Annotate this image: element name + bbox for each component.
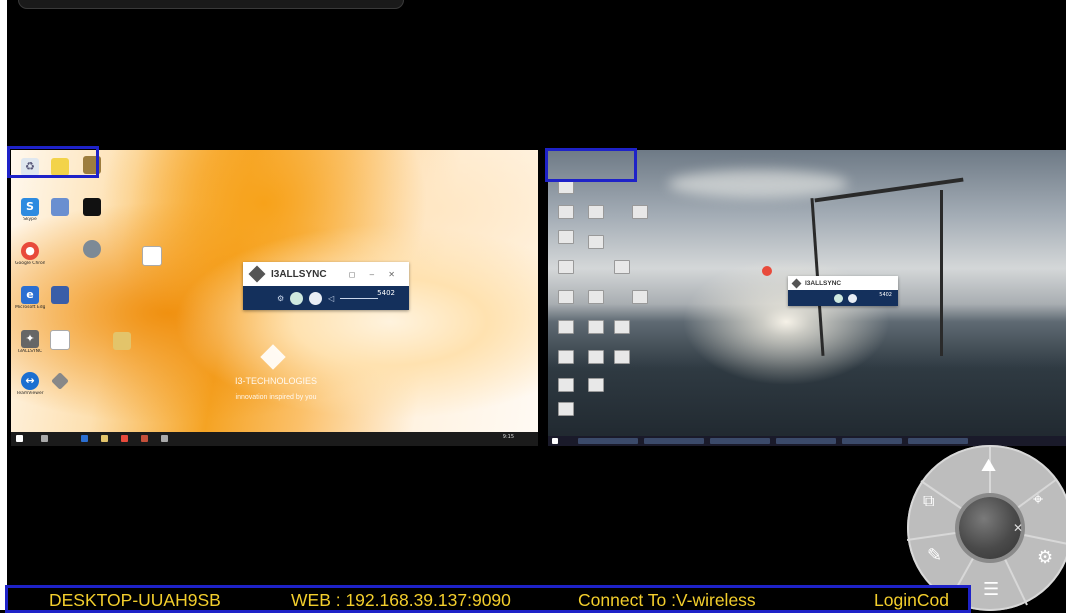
login-code: LoginCod (874, 590, 949, 610)
i3allsync-widget[interactable]: I3ALLSYNC 5402 (788, 276, 898, 306)
radial-menu-hub[interactable] (959, 497, 1021, 559)
widget-title: I3ALLSYNC (805, 279, 842, 287)
taskbar-item[interactable] (842, 438, 902, 444)
desktop-icon-label: TeamViewer (16, 391, 44, 396)
desktop-icon-dark[interactable] (77, 198, 107, 216)
close-icon[interactable]: ✕ (1013, 521, 1023, 535)
desktop-icon[interactable] (558, 320, 574, 334)
settings-icon[interactable]: ⚙ (1037, 547, 1053, 568)
desktop-icon-label: I3ALLSYNC (17, 349, 43, 354)
widget-title: I3ALLSYNC (271, 268, 327, 280)
desktop-icon[interactable] (558, 230, 574, 244)
pen-icon[interactable]: ✎ (927, 545, 942, 566)
desktop-icon[interactable] (588, 290, 604, 304)
desktop-icon[interactable] (632, 205, 648, 219)
app2-taskbar-icon[interactable] (161, 435, 168, 442)
connect-to-network: Connect To :V-wireless (578, 590, 756, 610)
taskbar-item[interactable] (710, 438, 770, 444)
i3allsync-widget[interactable]: I3ALLSYNC ◻ ‒ ✕ ⚙ ◁ 5402 (243, 262, 409, 310)
desktop-icon-label: Google Chrome (15, 261, 45, 266)
status-bar: DESKTOP-UUAH9SB WEB : 192.168.39.137:909… (5, 585, 971, 613)
windows-taskbar: 9:15 (11, 432, 538, 446)
chrome-taskbar-icon[interactable] (121, 435, 128, 442)
connection-code: 5402 (377, 289, 395, 297)
i3allsync-logo-icon (791, 278, 802, 288)
teamviewer-icon[interactable]: ↔ TeamViewer (15, 372, 45, 396)
desktop-icon[interactable] (558, 290, 574, 304)
desktop-icon[interactable] (632, 290, 648, 304)
desktop-icon[interactable] (588, 205, 604, 219)
list-icon[interactable]: ☰ (983, 579, 999, 600)
desktop-icon[interactable] (558, 378, 574, 392)
brand-caption: I3-TECHNOLOGIES (234, 376, 317, 386)
shared-screen-right[interactable]: I3ALLSYNC 5402 (548, 150, 1066, 446)
desktop-icon-doc[interactable] (137, 246, 167, 266)
start-icon[interactable] (16, 435, 23, 442)
taskbar-item[interactable] (776, 438, 836, 444)
taskbar-item[interactable] (644, 438, 704, 444)
desktop-icon[interactable] (558, 205, 574, 219)
i3allsync-icon[interactable]: ✦ I3ALLSYNC (15, 330, 45, 354)
stop-button[interactable] (848, 293, 857, 303)
explorer-icon[interactable] (101, 435, 108, 442)
play-button[interactable] (290, 291, 304, 305)
desktop-icon[interactable] (614, 320, 630, 334)
desktop-icon[interactable] (588, 378, 604, 392)
settings-icon[interactable]: ⚙ (277, 294, 284, 303)
chrome-icon[interactable]: ● Google Chrome (15, 242, 45, 266)
desktop-icon[interactable] (558, 350, 574, 364)
desktop-icon-label: Skype (23, 217, 37, 222)
app-taskbar-icon[interactable] (141, 435, 148, 442)
chrome-icon[interactable] (762, 266, 772, 276)
volume-slider[interactable] (340, 297, 379, 299)
desktop-icon[interactable] (558, 180, 574, 194)
screen-share-icon[interactable]: ⧉ (923, 491, 934, 511)
desktop-icon-label: Microsoft Edge (15, 305, 45, 310)
highlight-box-left (7, 146, 99, 178)
desktop-icon[interactable] (614, 260, 630, 274)
desktop-icon[interactable] (588, 350, 604, 364)
clock: 9:15 (502, 434, 514, 440)
desktop-icon[interactable] (558, 402, 574, 416)
i3allsync-logo-icon (248, 265, 266, 283)
mouse-icon[interactable]: ⌖ (1033, 489, 1043, 510)
stop-button[interactable] (309, 291, 323, 305)
start-icon[interactable] (552, 438, 558, 444)
connection-code: 5402 (879, 292, 892, 298)
desktop-icon[interactable] (588, 320, 604, 334)
play-button[interactable] (834, 293, 843, 303)
desktop-icon[interactable] (614, 350, 630, 364)
i3-logo-icon (260, 344, 286, 370)
taskbar-item[interactable] (908, 438, 968, 444)
left-edge (0, 0, 7, 610)
taskbar-item[interactable] (578, 438, 638, 444)
desktop-icon-gray[interactable] (77, 240, 107, 258)
desktop-icon-folder2[interactable] (107, 332, 137, 350)
highlight-box-right (545, 148, 637, 182)
desktop-icon[interactable] (558, 260, 574, 274)
desktop-icon-diamond[interactable] (45, 372, 75, 390)
search-icon[interactable] (41, 435, 48, 442)
swing-post-right (940, 190, 943, 356)
clouds (668, 170, 848, 198)
desktop-icon-file[interactable] (45, 330, 75, 350)
window-controls[interactable]: ◻ ‒ ✕ (349, 270, 401, 279)
brand-tagline: innovation inspired by you (235, 394, 317, 401)
shared-screen-left[interactable]: ♻ S Skype ● Google Chrome e Microsoft Ed… (11, 150, 538, 446)
edge-icon[interactable]: e Microsoft Edge (15, 286, 45, 310)
annotate-icon[interactable]: ⛰ (981, 455, 996, 476)
edge-taskbar-icon[interactable] (81, 435, 88, 442)
desktop-icon-tool[interactable] (45, 286, 75, 304)
hostname: DESKTOP-UUAH9SB (49, 590, 221, 610)
desktop-icon[interactable] (588, 235, 604, 249)
desktop-icon-app[interactable] (45, 198, 75, 216)
web-address: WEB : 192.168.39.137:9090 (291, 590, 511, 610)
volume-icon[interactable]: ◁ (328, 294, 334, 303)
top-tab (18, 0, 404, 9)
skype-icon[interactable]: S Skype (15, 198, 45, 222)
